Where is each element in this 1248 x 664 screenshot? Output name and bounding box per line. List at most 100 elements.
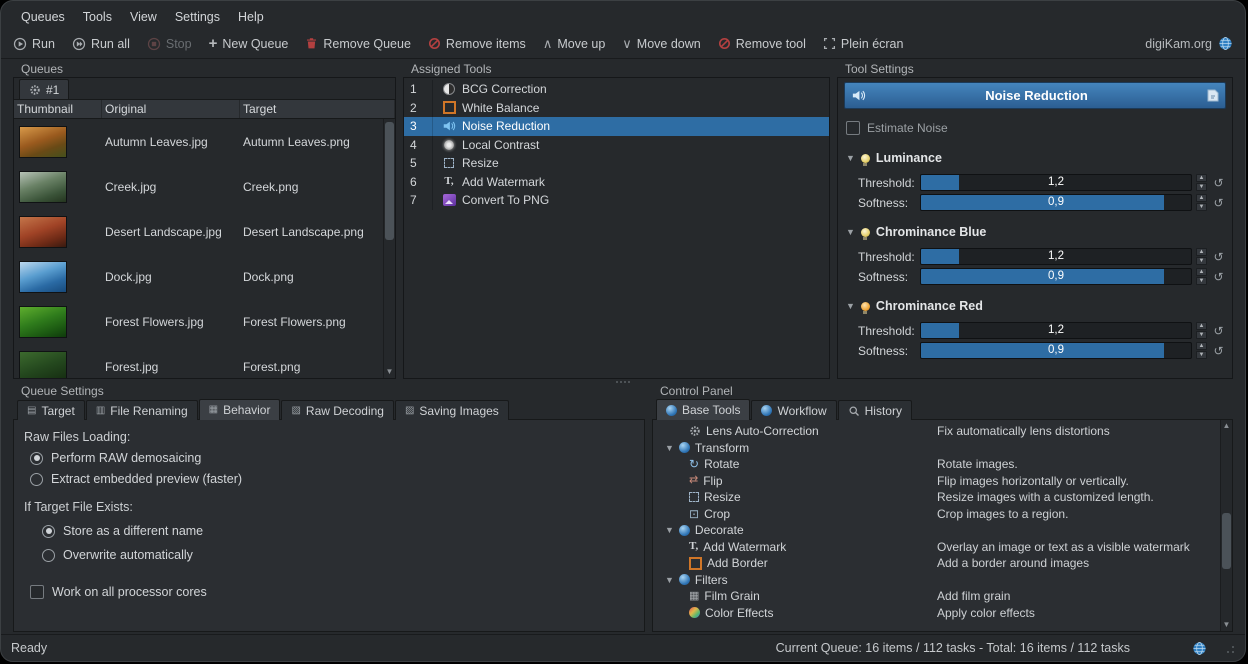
scroll-down-arrow-icon[interactable]: ▼ bbox=[1221, 620, 1232, 630]
tab-base-tools[interactable]: Base Tools bbox=[656, 399, 750, 420]
spin-down-icon[interactable]: ▼ bbox=[1196, 331, 1207, 339]
spin-up-icon[interactable]: ▲ bbox=[1196, 194, 1207, 202]
assigned-tool-resize[interactable]: 5 Resize bbox=[404, 154, 829, 173]
globe-icon[interactable] bbox=[1192, 641, 1207, 656]
spin-down-icon[interactable]: ▼ bbox=[1196, 351, 1207, 359]
remove-tool-button[interactable]: Remove tool bbox=[718, 37, 806, 51]
remove-items-button[interactable]: Remove items bbox=[428, 37, 526, 51]
new-queue-button[interactable]: + New Queue bbox=[209, 36, 289, 51]
assigned-tool-bcg-correction[interactable]: 1 BCG Correction bbox=[404, 80, 829, 99]
queue-row[interactable]: Forest Flowers.jpg Forest Flowers.png bbox=[14, 299, 395, 344]
collapse-arrow-icon[interactable]: ▼ bbox=[846, 227, 855, 237]
tab-saving-images[interactable]: ▨ Saving Images bbox=[395, 400, 509, 420]
assigned-tool-noise-reduction[interactable]: 3 Noise Reduction bbox=[404, 117, 829, 136]
reset-button[interactable]: ↺ bbox=[1211, 344, 1226, 358]
tab-behavior[interactable]: ▦ Behavior bbox=[199, 399, 281, 420]
queue-row[interactable]: Creek.jpg Creek.png bbox=[14, 164, 395, 209]
scroll-up-arrow-icon[interactable]: ▲ bbox=[1221, 421, 1232, 431]
control-panel-scrollbar[interactable]: ▲ ▼ bbox=[1220, 420, 1232, 631]
column-original[interactable]: Original bbox=[102, 100, 240, 118]
radio-selected-icon[interactable] bbox=[30, 452, 43, 465]
queue-row[interactable]: Autumn Leaves.jpg Autumn Leaves.png bbox=[14, 119, 395, 164]
chrominance-blue-softness-slider[interactable]: 0,9 bbox=[920, 268, 1192, 285]
spinbox-arrows[interactable]: ▲▼ bbox=[1196, 322, 1207, 339]
tool-add-border[interactable]: Add Border Add a border around images bbox=[655, 555, 1218, 572]
section-luminance[interactable]: ▼ Luminance bbox=[846, 151, 1226, 165]
scrollbar-thumb[interactable] bbox=[385, 122, 394, 240]
radio-selected-icon[interactable] bbox=[42, 525, 55, 538]
chrominance-blue-threshold-slider[interactable]: 1,2 bbox=[920, 248, 1192, 265]
tool-rotate[interactable]: ↻ Rotate Rotate images. bbox=[655, 456, 1218, 473]
spin-down-icon[interactable]: ▼ bbox=[1196, 203, 1207, 211]
tab-workflow[interactable]: Workflow bbox=[751, 400, 836, 420]
radio-perform-raw-demosaicing[interactable]: Perform RAW demosaicing bbox=[30, 451, 634, 465]
luminance-threshold-slider[interactable]: 1,2 bbox=[920, 174, 1192, 191]
group-filters[interactable]: ▼ Filters bbox=[655, 572, 1218, 589]
collapse-arrow-icon[interactable]: ▼ bbox=[665, 575, 674, 585]
spinbox-arrows[interactable]: ▲▼ bbox=[1196, 248, 1207, 265]
radio-overwrite-automatically[interactable]: Overwrite automatically bbox=[42, 548, 634, 562]
tab-target[interactable]: ▤ Target bbox=[17, 400, 85, 420]
luminance-softness-slider[interactable]: 0,9 bbox=[920, 194, 1192, 211]
spin-down-icon[interactable]: ▼ bbox=[1196, 277, 1207, 285]
menu-queues[interactable]: Queues bbox=[13, 8, 73, 26]
radio-extract-embedded-preview[interactable]: Extract embedded preview (faster) bbox=[30, 472, 634, 486]
move-up-button[interactable]: ∧ Move up bbox=[543, 37, 605, 51]
section-chrominance-red[interactable]: ▼ Chrominance Red bbox=[846, 299, 1226, 313]
collapse-arrow-icon[interactable]: ▼ bbox=[846, 153, 855, 163]
tool-color-effects[interactable]: Color Effects Apply color effects bbox=[655, 605, 1218, 622]
queue-tab-1[interactable]: #1 bbox=[19, 79, 69, 99]
load-defaults-icon[interactable] bbox=[1207, 89, 1219, 102]
reset-button[interactable]: ↺ bbox=[1211, 196, 1226, 210]
remove-queue-button[interactable]: Remove Queue bbox=[305, 37, 411, 51]
run-button[interactable]: Run bbox=[13, 37, 55, 51]
scroll-down-arrow-icon[interactable]: ▼ bbox=[384, 367, 395, 377]
spin-up-icon[interactable]: ▲ bbox=[1196, 248, 1207, 256]
tab-file-renaming[interactable]: ▥ File Renaming bbox=[86, 400, 198, 420]
radio-icon[interactable] bbox=[42, 549, 55, 562]
queues-scrollbar[interactable]: ▼ bbox=[383, 119, 395, 378]
queue-row[interactable]: Dock.jpg Dock.png bbox=[14, 254, 395, 299]
reset-button[interactable]: ↺ bbox=[1211, 324, 1226, 338]
digikam-org-link[interactable]: digiKam.org bbox=[1145, 36, 1233, 51]
chrominance-red-threshold-slider[interactable]: 1,2 bbox=[920, 322, 1192, 339]
menu-tools[interactable]: Tools bbox=[75, 8, 120, 26]
column-target[interactable]: Target bbox=[240, 100, 395, 118]
tool-resize[interactable]: Resize Resize images with a customized l… bbox=[655, 489, 1218, 506]
spin-up-icon[interactable]: ▲ bbox=[1196, 322, 1207, 330]
spin-down-icon[interactable]: ▼ bbox=[1196, 257, 1207, 265]
fullscreen-button[interactable]: Plein écran bbox=[823, 37, 904, 51]
tool-add-watermark[interactable]: T, Add Watermark Overlay an image or tex… bbox=[655, 539, 1218, 556]
queue-row[interactable]: Forest.jpg Forest.png bbox=[14, 344, 395, 378]
reset-button[interactable]: ↺ bbox=[1211, 250, 1226, 264]
assigned-tool-local-contrast[interactable]: 4 Local Contrast bbox=[404, 136, 829, 155]
section-chrominance-blue[interactable]: ▼ Chrominance Blue bbox=[846, 225, 1226, 239]
resize-grip[interactable] bbox=[1223, 642, 1235, 654]
queue-row[interactable]: Desert Landscape.jpg Desert Landscape.pn… bbox=[14, 209, 395, 254]
collapse-arrow-icon[interactable]: ▼ bbox=[846, 301, 855, 311]
spin-down-icon[interactable]: ▼ bbox=[1196, 183, 1207, 191]
spin-up-icon[interactable]: ▲ bbox=[1196, 342, 1207, 350]
estimate-noise-option[interactable]: Estimate Noise bbox=[846, 121, 1224, 135]
radio-store-different-name[interactable]: Store as a different name bbox=[42, 524, 634, 538]
reset-button[interactable]: ↺ bbox=[1211, 176, 1226, 190]
work-on-all-cores-option[interactable]: Work on all processor cores bbox=[30, 585, 634, 599]
spinbox-arrows[interactable]: ▲▼ bbox=[1196, 174, 1207, 191]
spin-up-icon[interactable]: ▲ bbox=[1196, 268, 1207, 276]
tool-flip[interactable]: ⇄ Flip Flip images horizontally or verti… bbox=[655, 473, 1218, 490]
stop-button[interactable]: Stop bbox=[147, 37, 192, 51]
spinbox-arrows[interactable]: ▲▼ bbox=[1196, 194, 1207, 211]
assigned-tool-convert-to-png[interactable]: 7 Convert To PNG bbox=[404, 191, 829, 210]
spinbox-arrows[interactable]: ▲▼ bbox=[1196, 342, 1207, 359]
spinbox-arrows[interactable]: ▲▼ bbox=[1196, 268, 1207, 285]
assigned-tool-add-watermark[interactable]: 6 T, Add Watermark bbox=[404, 173, 829, 192]
chrominance-red-softness-slider[interactable]: 0,9 bbox=[920, 342, 1192, 359]
move-down-button[interactable]: ∨ Move down bbox=[622, 37, 700, 51]
group-transform[interactable]: ▼ Transform bbox=[655, 440, 1218, 457]
scrollbar-thumb[interactable] bbox=[1222, 513, 1231, 569]
menu-help[interactable]: Help bbox=[230, 8, 272, 26]
tab-raw-decoding[interactable]: ▧ Raw Decoding bbox=[281, 400, 394, 420]
tab-history[interactable]: History bbox=[838, 400, 912, 420]
cores-checkbox[interactable] bbox=[30, 585, 44, 599]
estimate-noise-checkbox[interactable] bbox=[846, 121, 860, 135]
